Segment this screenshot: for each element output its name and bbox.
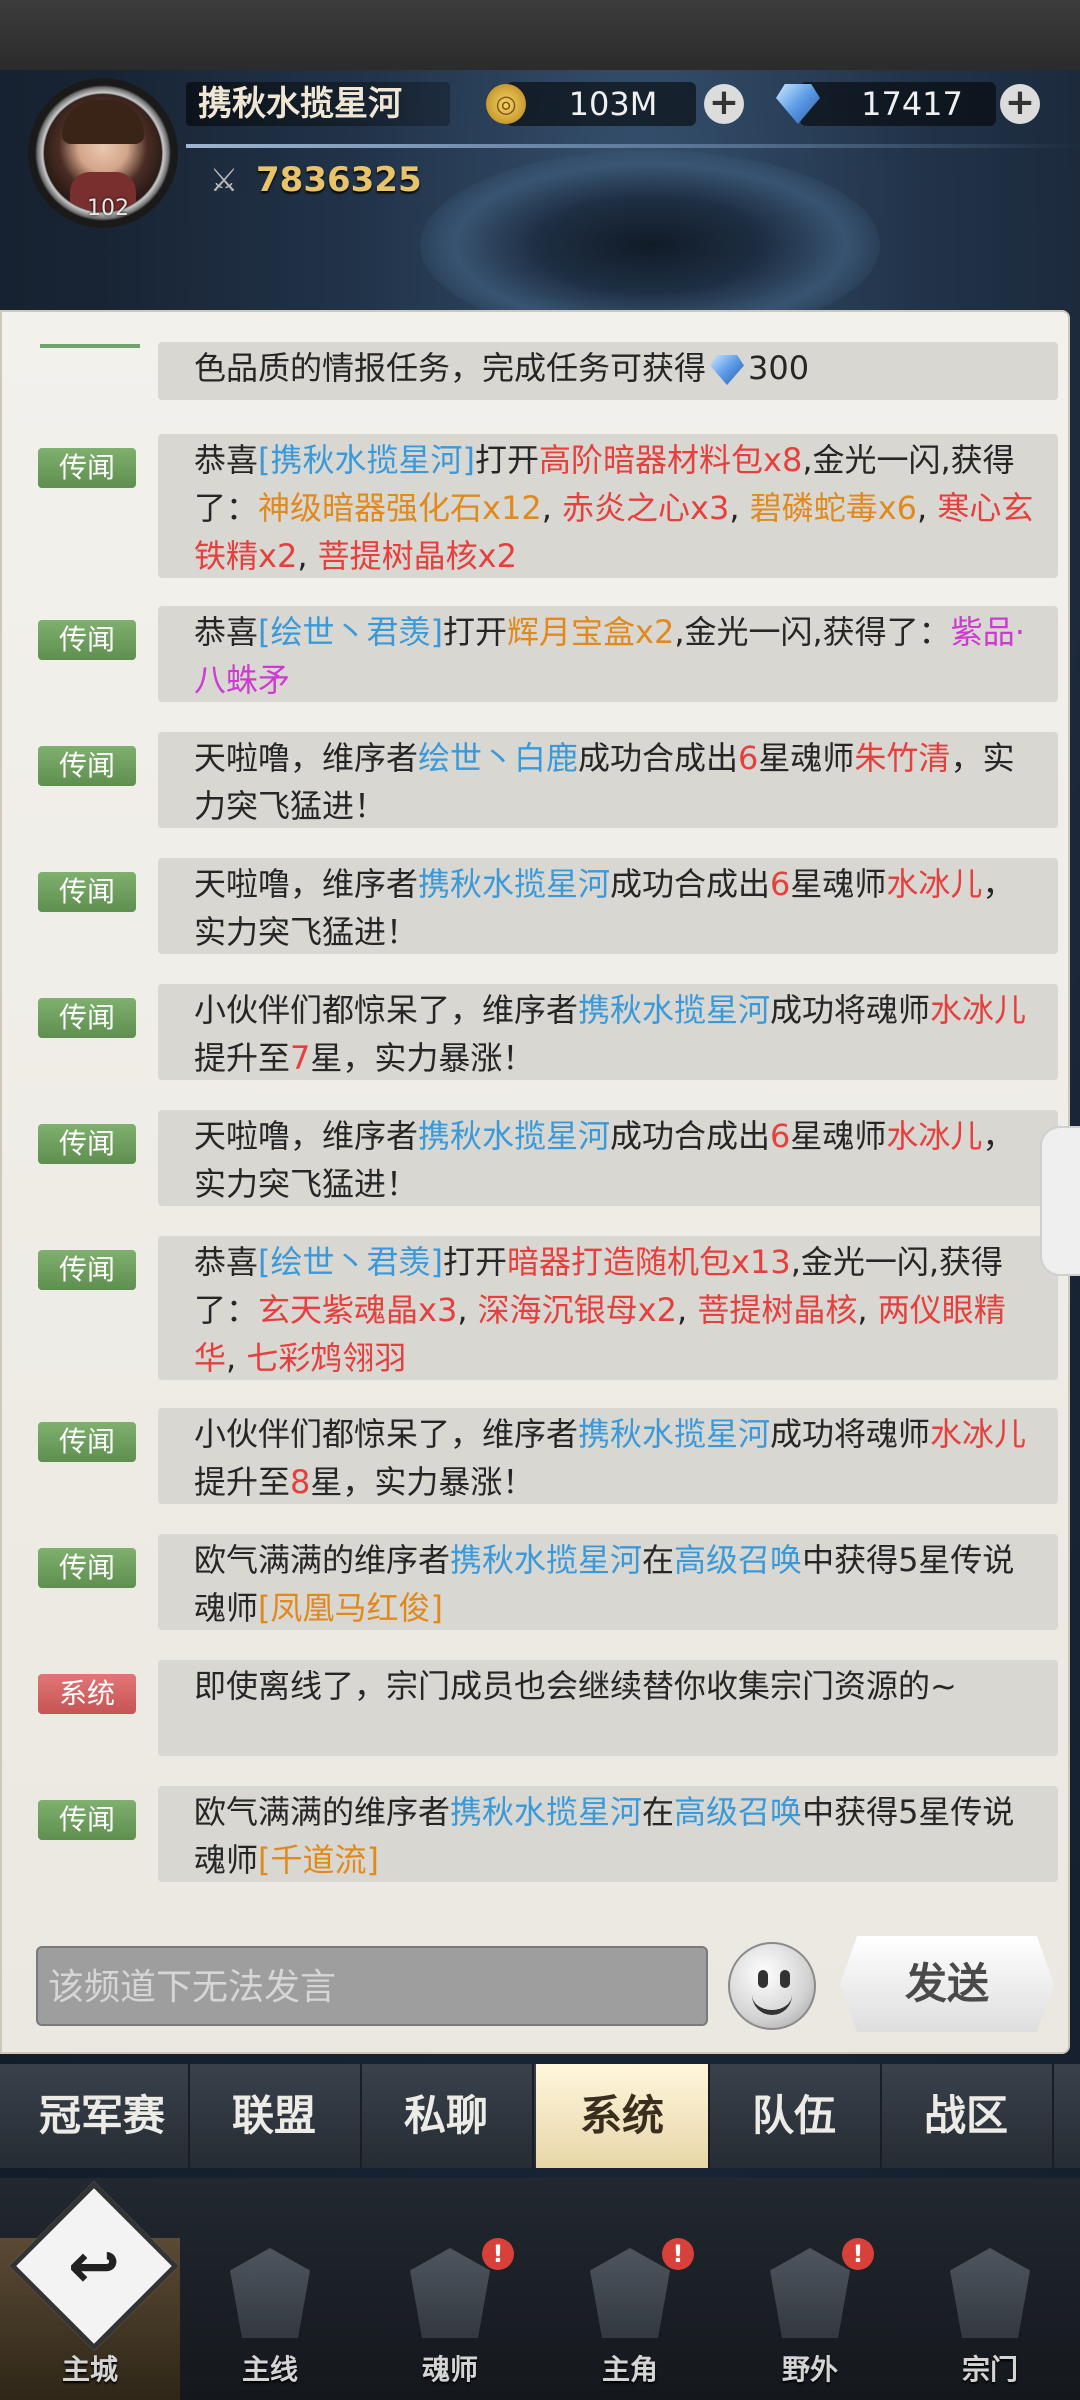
tag-legend: 传闻 bbox=[38, 746, 136, 786]
gold-coin-icon: ◎ bbox=[486, 84, 526, 124]
tag-legend: 传闻 bbox=[38, 1548, 136, 1588]
send-button[interactable]: 发送 bbox=[840, 1936, 1054, 2032]
back-arrow-icon: ↩ bbox=[68, 2229, 120, 2302]
tag-legend: 传闻 bbox=[38, 1250, 136, 1290]
alert-badge: ! bbox=[662, 2238, 694, 2270]
tag-legend: 传闻 bbox=[38, 1800, 136, 1840]
tag-system: 系统 bbox=[38, 1674, 136, 1714]
emoji-button[interactable] bbox=[728, 1942, 816, 2030]
message-bubble: 恭喜[携秋水揽星河]打开高阶暗器材料包x8,金光一闪,获得了：神级暗器强化石x1… bbox=[158, 434, 1058, 578]
nav-label: 主角 bbox=[601, 2353, 658, 2386]
hero-icon bbox=[590, 2248, 670, 2338]
crossed-swords-icon: ⚔ bbox=[209, 161, 239, 199]
tab-system[interactable]: 系统 bbox=[536, 2064, 710, 2168]
chat-panel: 色品质的情报任务，完成任务可获得 300 传闻 恭喜[携秋水揽星河]打开高阶暗器材… bbox=[0, 310, 1070, 2054]
nav-sect[interactable]: 宗门 bbox=[900, 2238, 1080, 2400]
add-gold-button[interactable]: + bbox=[704, 84, 744, 124]
message-bubble: 天啦噜，维序者携秋水揽星河成功合成出6星魂师水冰儿，实力突飞猛进！ bbox=[158, 858, 1058, 954]
player-name: 携秋水揽星河 bbox=[186, 82, 450, 126]
reward-amount: 300 bbox=[748, 349, 810, 387]
tag-legend: 传闻 bbox=[38, 998, 136, 1038]
message-bubble: 即使离线了，宗门成员也会继续替你收集宗门资源的~ bbox=[158, 1660, 1058, 1756]
side-drawer-handle[interactable] bbox=[1040, 1126, 1080, 1276]
message-bubble: 小伙伴们都惊呆了，维序者携秋水揽星河成功将魂师水冰儿提升至7星，实力暴涨！ bbox=[158, 984, 1058, 1080]
tag-legend: 传闻 bbox=[38, 1124, 136, 1164]
nav-label: 魂师 bbox=[421, 2353, 478, 2386]
message-text: 色品质的情报任务，完成任务可获得 bbox=[194, 349, 707, 387]
chat-input[interactable]: 该频道下无法发言 bbox=[36, 1946, 708, 2026]
avatar[interactable] bbox=[44, 94, 162, 212]
diamond-icon bbox=[710, 355, 745, 385]
status-bar bbox=[0, 0, 1080, 70]
xp-bar bbox=[186, 144, 1080, 148]
player-level: 102 bbox=[87, 196, 129, 221]
emoji-eye bbox=[758, 1970, 768, 1988]
nav-soul-master[interactable]: ! 魂师 bbox=[360, 2238, 540, 2400]
message-bubble: 天啦噜，维序者绘世丶白鹿成功合成出6星魂师朱竹清，实力突飞猛进！ bbox=[158, 732, 1058, 828]
tab-champion[interactable]: 冠军赛 bbox=[16, 2064, 190, 2168]
message-bubble: 小伙伴们都惊呆了，维序者携秋水揽星河成功将魂师水冰儿提升至8星，实力暴涨！ bbox=[158, 1408, 1058, 1504]
bottom-nav: 主城 主线 ! 魂师 ! 主角 ! 野外 宗门 bbox=[0, 2178, 1080, 2400]
soul-master-icon bbox=[410, 2248, 490, 2338]
nav-main-quest[interactable]: 主线 bbox=[180, 2238, 360, 2400]
combat-power: 7836325 bbox=[256, 160, 422, 200]
diamond-amount: 17417 bbox=[861, 85, 963, 123]
tab-zone[interactable]: 战区 bbox=[880, 2064, 1054, 2168]
sect-icon bbox=[950, 2248, 1030, 2338]
nav-label: 宗门 bbox=[961, 2353, 1018, 2386]
quest-icon bbox=[230, 2248, 310, 2338]
tab-alliance[interactable]: 联盟 bbox=[188, 2064, 362, 2168]
alert-badge: ! bbox=[842, 2238, 874, 2270]
tag-legend: 传闻 bbox=[38, 448, 136, 488]
emoji-mouth bbox=[752, 1992, 792, 2015]
tab-private[interactable]: 私聊 bbox=[360, 2064, 534, 2168]
tag-legend: 传闻 bbox=[38, 1422, 136, 1462]
channel-tabs: 冠军赛 联盟 私聊 系统 队伍 战区 bbox=[0, 2064, 1080, 2168]
tag-legend: 传闻 bbox=[38, 872, 136, 912]
message-bubble: 欧气满满的维序者携秋水揽星河在高级召唤中获得5星传说魂师[凤凰马红俊] bbox=[158, 1534, 1058, 1630]
chat-list[interactable]: 色品质的情报任务，完成任务可获得 300 传闻 恭喜[携秋水揽星河]打开高阶暗器材… bbox=[12, 312, 1058, 2052]
message-bubble: 天啦噜，维序者携秋水揽星河成功合成出6星魂师水冰儿，实力突飞猛进！ bbox=[158, 1110, 1058, 1206]
nav-wild[interactable]: ! 野外 bbox=[720, 2238, 900, 2400]
emoji-eye bbox=[780, 1970, 790, 1988]
nav-label: 主线 bbox=[241, 2353, 298, 2386]
add-diamond-button[interactable]: + bbox=[1000, 84, 1040, 124]
message-bubble: 欧气满满的维序者携秋水揽星河在高级召唤中获得5星传说魂师[千道流] bbox=[158, 1786, 1058, 1882]
nav-label: 野外 bbox=[781, 2353, 838, 2386]
message-bubble: 恭喜[绘世丶君羡]打开辉月宝盒x2,金光一闪,获得了：紫品·八蛛矛 bbox=[158, 606, 1058, 702]
message-bubble: 恭喜[绘世丶君羡]打开暗器打造随机包x13,金光一闪,获得了：玄天紫魂晶x3, … bbox=[158, 1236, 1058, 1380]
tab-team[interactable]: 队伍 bbox=[708, 2064, 882, 2168]
alert-badge: ! bbox=[482, 2238, 514, 2270]
divider bbox=[40, 344, 140, 348]
gold-display: 103M bbox=[506, 82, 696, 126]
nav-label: 主城 bbox=[61, 2353, 118, 2386]
message-bubble: 色品质的情报任务，完成任务可获得 300 bbox=[158, 342, 1058, 400]
nav-hero[interactable]: ! 主角 bbox=[540, 2238, 720, 2400]
wild-icon bbox=[770, 2248, 850, 2338]
gold-amount: 103M bbox=[568, 85, 658, 123]
diamond-display: 17417 bbox=[800, 82, 996, 126]
tag-legend: 传闻 bbox=[38, 620, 136, 660]
